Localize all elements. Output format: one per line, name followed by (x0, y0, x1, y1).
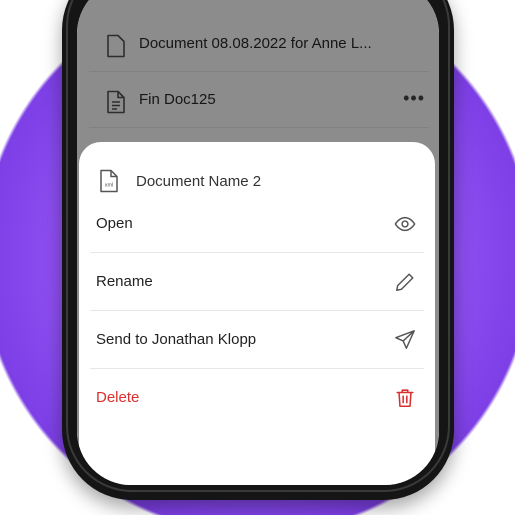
eye-icon (394, 216, 416, 232)
delete-label: Delete (96, 389, 140, 406)
trash-icon (396, 389, 414, 408)
phone-screen: Document 08.08.2022 for Anne L... Fin Do… (77, 0, 439, 485)
xml-file-icon: xml (100, 169, 118, 193)
pencil-icon (396, 273, 414, 291)
open-label: Open (96, 215, 133, 232)
delete-button[interactable]: Delete (90, 369, 424, 427)
action-sheet: xml Document Name 2 Open Rename Send to … (79, 142, 435, 485)
send-label: Send to Jonathan Klopp (96, 331, 257, 348)
rename-button[interactable]: Rename (90, 253, 424, 311)
send-icon (395, 330, 415, 349)
open-button[interactable]: Open (90, 195, 424, 253)
rename-label: Rename (96, 273, 153, 290)
send-button[interactable]: Send to Jonathan Klopp (90, 311, 424, 369)
xml-file-icon-label: xml (105, 183, 114, 189)
